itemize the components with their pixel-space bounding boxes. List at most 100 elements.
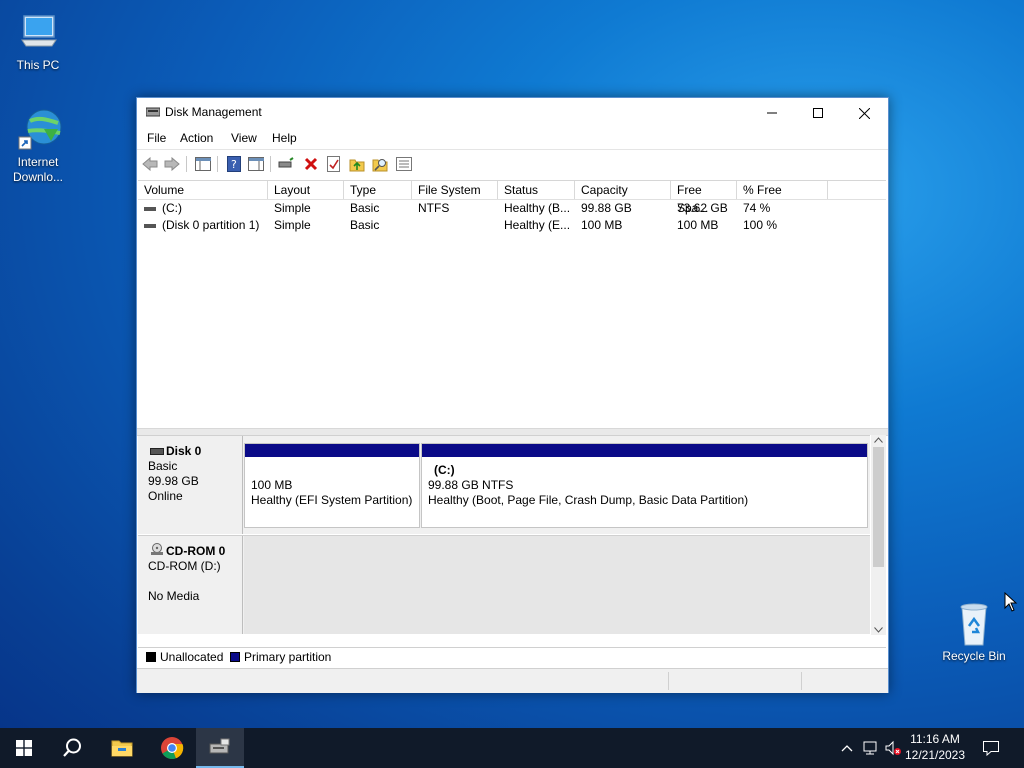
status-cell: Healthy (E...: [504, 218, 571, 232]
close-button[interactable]: [841, 98, 887, 128]
partition-size: 100 MB: [251, 478, 293, 492]
folder-search-icon[interactable]: [371, 155, 389, 173]
taskbar-disk-management[interactable]: [196, 728, 244, 768]
graphical-disk-view: Disk 0 Basic 99.98 GB Online 100 MB Heal…: [138, 435, 886, 635]
disk-name: Disk 0: [166, 444, 202, 458]
desktop-icon-recycle-bin[interactable]: Recycle Bin: [938, 601, 1010, 664]
minimize-button[interactable]: [749, 98, 795, 128]
column-header-capacity[interactable]: Capacity: [575, 181, 671, 199]
percent-free-cell: 74 %: [743, 201, 771, 215]
efi-partition[interactable]: 100 MB Healthy (EFI System Partition): [244, 443, 420, 528]
mouse-cursor-icon: [1004, 591, 1018, 615]
cd-rom-icon: [150, 543, 164, 558]
disk-state: No Media: [148, 589, 200, 603]
menu-action[interactable]: Action: [180, 131, 213, 145]
folder-up-icon[interactable]: [348, 155, 366, 173]
volume-name: (Disk 0 partition 1): [162, 218, 260, 232]
cd-rom-0-label[interactable]: CD-ROM 0 CD-ROM (D:) No Media: [138, 536, 243, 634]
status-bar-divider: [801, 672, 802, 690]
volume-drive-icon: [144, 206, 156, 211]
layout-cell: Simple: [274, 218, 311, 232]
cd-rom-empty-area: [244, 536, 870, 634]
desktop-icon-label: Internet Downlo...: [12, 155, 64, 184]
title-bar[interactable]: Disk Management: [137, 98, 888, 128]
idm-globe-icon: [16, 107, 62, 151]
cd-rom-0-row: CD-ROM 0 CD-ROM (D:) No Media: [138, 535, 870, 634]
help-icon[interactable]: ?: [225, 155, 243, 173]
notifications-icon[interactable]: [982, 739, 1000, 757]
table-row[interactable]: (C:) Simple Basic NTFS Healthy (B... 99.…: [138, 200, 886, 217]
view-list-icon[interactable]: [395, 155, 413, 173]
status-bar: [137, 668, 888, 693]
volume-cell: (Disk 0 partition 1): [138, 217, 268, 234]
column-header-status[interactable]: Status: [498, 181, 575, 199]
svg-text:?: ?: [231, 158, 237, 171]
disk-management-app-icon: [145, 106, 161, 118]
taskbar-chrome[interactable]: [148, 728, 196, 768]
back-arrow-icon[interactable]: [141, 155, 159, 173]
recycle-bin-icon: [952, 601, 996, 646]
vertical-scrollbar[interactable]: [871, 435, 886, 635]
toolbar-separator: [186, 156, 187, 172]
maximize-button[interactable]: [795, 98, 841, 128]
disk-size: 99.98 GB: [148, 474, 199, 488]
type-cell: Basic: [350, 201, 380, 215]
volume-name: (C:): [162, 201, 182, 215]
properties-check-icon[interactable]: [325, 155, 343, 173]
desktop-icon-internet-download-manager[interactable]: Internet Downlo...: [2, 107, 74, 185]
disk-type: Basic: [148, 459, 178, 473]
disk-type: CD-ROM (D:): [148, 559, 221, 573]
toolbar-separator: [270, 156, 271, 172]
file-system-cell: [412, 217, 498, 234]
start-button[interactable]: [0, 728, 48, 768]
show-hide-action-pane-icon[interactable]: [247, 155, 265, 173]
computer-icon: [16, 10, 60, 54]
c-drive-partition[interactable]: (C:) 99.88 GB NTFS Healthy (Boot, Page F…: [421, 443, 868, 528]
partition-name: (C:): [434, 463, 455, 477]
column-header-percent-free[interactable]: % Free: [737, 181, 828, 199]
disk-management-window: Disk Management File Action View Help ?: [136, 97, 889, 693]
connect-disk-icon[interactable]: [277, 155, 295, 173]
type-cell: Basic: [350, 218, 380, 232]
column-header-free-space[interactable]: Free Spa...: [671, 181, 737, 215]
delete-icon[interactable]: [302, 155, 320, 173]
volume-cell: (C:): [138, 200, 268, 217]
file-explorer-icon: [111, 740, 133, 757]
disk-0-label[interactable]: Disk 0 Basic 99.98 GB Online: [138, 436, 243, 534]
network-icon[interactable]: [862, 739, 880, 757]
partition-status: Healthy (EFI System Partition): [251, 493, 413, 507]
search-button[interactable]: [48, 728, 96, 768]
unallocated-swatch: [146, 652, 156, 662]
forward-arrow-icon[interactable]: [163, 155, 181, 173]
desktop-icon-label: Recycle Bin: [942, 649, 1006, 663]
menu-view[interactable]: View: [231, 131, 257, 145]
table-row[interactable]: (Disk 0 partition 1) Simple Basic Health…: [138, 217, 886, 234]
menu-bar: File Action View Help: [137, 128, 888, 149]
scrollbar-thumb[interactable]: [873, 447, 884, 567]
desktop-icon-label: This PC: [16, 58, 60, 72]
taskbar: 11:16 AM 12/21/2023: [0, 728, 1024, 768]
partition-size: 99.88 GB NTFS: [428, 478, 514, 492]
column-header-volume[interactable]: Volume: [138, 181, 268, 199]
taskbar-clock[interactable]: 11:16 AM 12/21/2023: [900, 731, 970, 763]
clock-date: 12/21/2023: [904, 748, 966, 762]
window-title: Disk Management: [165, 105, 262, 119]
disk-management-icon: [209, 738, 230, 754]
column-header-type[interactable]: Type: [344, 181, 412, 199]
desktop-icon-this-pc[interactable]: This PC: [2, 10, 74, 73]
column-header-file-system[interactable]: File System: [412, 181, 498, 199]
capacity-cell: 99.88 GB: [581, 201, 632, 215]
volume-list: Volume Layout Type File System Status Ca…: [138, 180, 886, 427]
menu-help[interactable]: Help: [272, 131, 297, 145]
status-bar-divider: [668, 672, 669, 690]
layout-cell: Simple: [274, 201, 311, 215]
taskbar-file-explorer[interactable]: [98, 728, 146, 768]
show-hidden-icons-chevron-icon[interactable]: [838, 739, 856, 757]
file-system-cell: NTFS: [418, 201, 450, 215]
menu-file[interactable]: File: [147, 131, 166, 145]
legend-primary-partition: Primary partition: [244, 650, 332, 664]
column-header-layout[interactable]: Layout: [268, 181, 344, 199]
show-hide-console-tree-icon[interactable]: [194, 155, 212, 173]
clock-time: 11:16 AM: [910, 732, 960, 746]
scroll-up-arrow-icon: [874, 437, 883, 443]
